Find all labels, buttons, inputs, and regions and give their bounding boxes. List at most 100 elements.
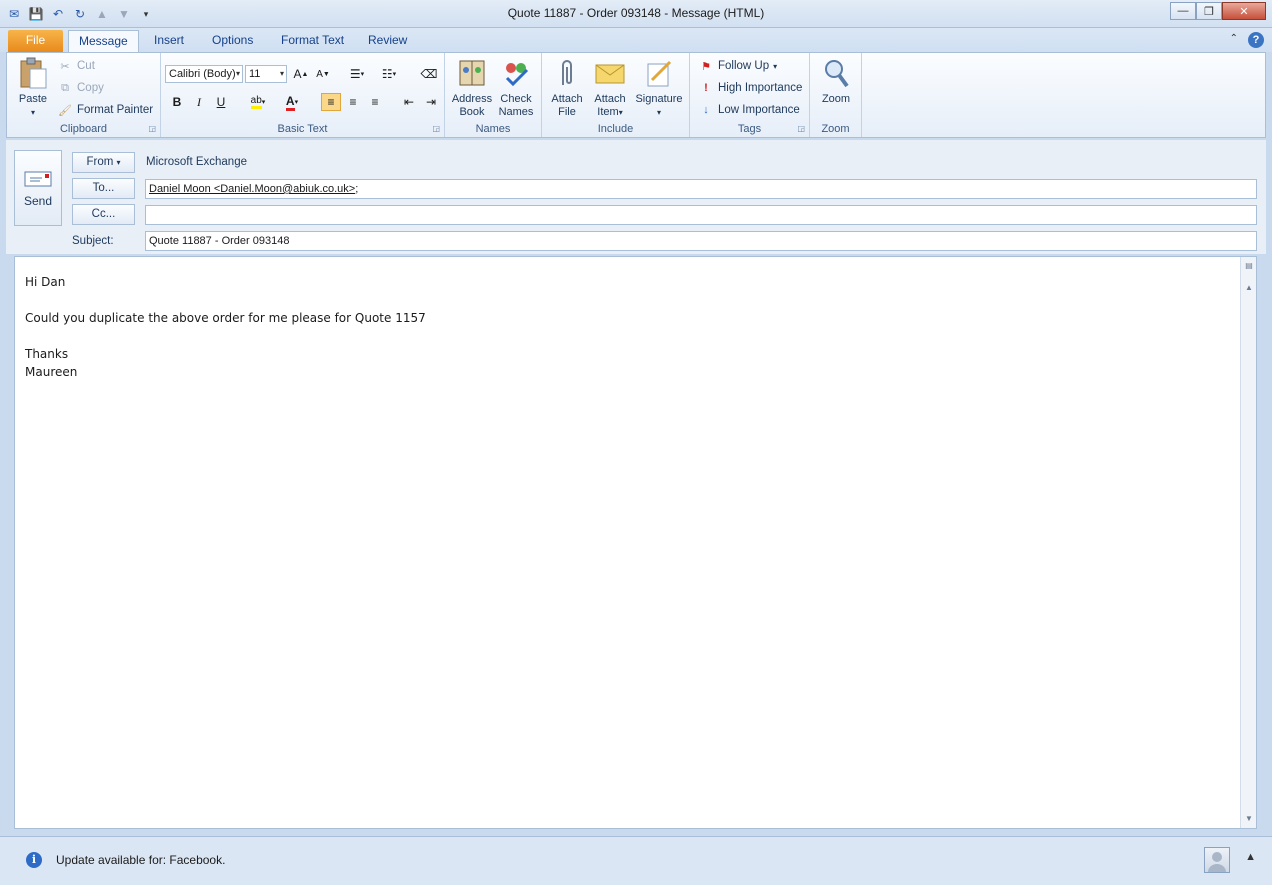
status-text[interactable]: Update available for: Facebook. — [56, 853, 225, 867]
zoom-group: Zoom Zoom — [810, 53, 862, 137]
font-size-value: 11 — [249, 68, 261, 80]
underline-button[interactable]: U — [211, 93, 231, 111]
to-field[interactable]: Daniel Moon <Daniel.Moon@abiuk.co.uk>; — [145, 179, 1257, 199]
help-icon[interactable]: ? — [1248, 32, 1264, 48]
signature-button[interactable]: Signature ▾ — [632, 57, 686, 119]
align-right-button[interactable]: ≡ — [365, 93, 385, 111]
attach-item-label-1: Attach — [594, 93, 626, 105]
envelope-icon — [594, 57, 626, 89]
low-importance-label: Low Importance — [718, 104, 800, 116]
clipboard-launcher-icon[interactable]: ◲ — [148, 124, 156, 133]
highlight-button[interactable]: ab ▾ — [245, 93, 271, 111]
basic-text-launcher-icon[interactable]: ◲ — [432, 124, 440, 133]
high-importance-button[interactable]: ! High Importance — [698, 79, 802, 97]
copy-icon: ⧉ — [61, 81, 69, 94]
bullets-button[interactable]: ☰ ▾ — [345, 65, 369, 83]
message-text[interactable]: Hi Dan Could you duplicate the above ord… — [25, 273, 426, 381]
send-button[interactable]: Send — [14, 150, 62, 226]
chevron-down-icon: ▾ — [279, 69, 284, 78]
align-center-button[interactable]: ≡ — [343, 93, 363, 111]
body-line — [25, 291, 426, 309]
tab-insert[interactable]: Insert — [144, 30, 194, 52]
low-importance-button[interactable]: ↓ Low Importance — [698, 101, 800, 119]
attach-file-label-1: Attach — [551, 93, 583, 105]
copy-label: Copy — [77, 82, 104, 94]
signature-label: Signature — [635, 93, 683, 105]
address-book-icon — [456, 57, 488, 89]
font-size-combo[interactable]: 11 ▾ — [245, 65, 287, 83]
from-button-label: From — [86, 156, 114, 168]
attach-file-label-2: File — [558, 106, 576, 118]
to-recipient[interactable]: Daniel Moon <Daniel.Moon@abiuk.co.uk> — [149, 183, 355, 195]
body-line: Thanks — [25, 347, 69, 361]
send-envelope-icon — [24, 169, 52, 190]
numbering-button[interactable]: ☷ ▾ — [377, 65, 401, 83]
cut-label: Cut — [77, 60, 95, 72]
italic-button[interactable]: I — [189, 93, 209, 111]
tags-group-label: Tags — [737, 123, 762, 135]
tags-launcher-icon[interactable]: ◲ — [797, 124, 805, 133]
follow-up-button[interactable]: ⚑ Follow Up ▾ — [698, 57, 777, 75]
ruler-toggle-icon[interactable]: ▤ — [1242, 259, 1256, 273]
scroll-down-icon[interactable]: ▼ — [1242, 812, 1256, 826]
cut-button[interactable]: ✂ Cut — [57, 57, 95, 75]
shrink-font-button[interactable]: A ▼ — [313, 65, 333, 83]
check-names-label-2: Names — [498, 106, 534, 118]
copy-button[interactable]: ⧉ Copy — [57, 79, 104, 97]
paste-icon — [17, 57, 49, 89]
cc-field[interactable] — [145, 205, 1257, 225]
font-color-button[interactable]: A ▾ — [279, 93, 305, 111]
window-title: Quote 11887 - Order 093148 - Message (HT… — [507, 6, 765, 20]
chevron-up-icon[interactable]: ▲ — [1245, 851, 1256, 863]
bold-button[interactable]: B — [167, 93, 187, 111]
close-button[interactable]: ✕ — [1222, 2, 1266, 20]
message-body[interactable]: Hi Dan Could you duplicate the above ord… — [14, 256, 1257, 829]
from-button[interactable]: From ▾ — [72, 152, 135, 173]
zoom-button[interactable]: Zoom — [816, 57, 856, 106]
maximize-button[interactable]: ❐ — [1196, 2, 1222, 20]
tab-options[interactable]: Options — [202, 30, 263, 52]
vertical-scrollbar[interactable]: ▤ ▲ ▼ — [1240, 257, 1256, 828]
paste-button[interactable]: Paste ▾ — [13, 57, 53, 119]
names-group: Address Book Check Names Names — [445, 53, 542, 137]
attach-item-button[interactable]: Attach Item▾ — [590, 57, 630, 119]
address-book-button[interactable]: Address Book — [451, 57, 493, 119]
tab-file[interactable]: File — [8, 30, 63, 52]
minimize-button[interactable]: — — [1170, 2, 1196, 20]
clipboard-group-label: Clipboard — [59, 123, 108, 135]
increase-indent-button[interactable]: ⇥ — [421, 93, 441, 111]
font-name-combo[interactable]: Calibri (Body) ▾ — [165, 65, 243, 83]
scissors-icon: ✂ — [60, 60, 70, 73]
paperclip-icon — [551, 57, 583, 89]
red-flag-icon: ⚑ — [701, 60, 711, 73]
body-line: Maureen — [25, 365, 78, 379]
info-icon: i — [26, 852, 42, 868]
to-button[interactable]: To... — [72, 178, 135, 199]
grow-font-button[interactable]: A ▲ — [291, 65, 311, 83]
attach-file-button[interactable]: Attach File — [548, 57, 586, 119]
check-names-button[interactable]: Check Names — [495, 57, 537, 119]
tab-review[interactable]: Review — [358, 30, 417, 52]
font-name-value: Calibri (Body) — [169, 68, 236, 80]
body-line: Hi Dan — [25, 275, 66, 289]
avatar[interactable] — [1204, 847, 1230, 873]
clear-formatting-button[interactable]: ⌫ — [419, 65, 439, 83]
cc-button[interactable]: Cc... — [72, 204, 135, 225]
decrease-indent-button[interactable]: ⇤ — [399, 93, 419, 111]
basic-text-group: Calibri (Body) ▾ 11 ▾ A ▲ A ▼ ☰ ▾ ☷ ▾ ⌫ B I … — [161, 53, 445, 137]
align-left-button[interactable]: ≡ — [321, 93, 341, 111]
body-line: Could you duplicate the above order for … — [25, 311, 426, 325]
scroll-up-icon[interactable]: ▲ — [1242, 281, 1256, 295]
high-importance-label: High Importance — [718, 82, 803, 94]
signature-icon — [643, 57, 675, 89]
down-arrow-icon: ↓ — [703, 104, 709, 116]
tab-format-text[interactable]: Format Text — [271, 30, 354, 52]
ribbon-tabs: File Message Insert Options Format Text … — [0, 28, 1272, 52]
minimize-ribbon-icon[interactable]: ⌃ — [1230, 33, 1238, 44]
from-value: Microsoft Exchange — [146, 156, 247, 168]
subject-field[interactable]: Quote 11887 - Order 093148 — [145, 231, 1257, 251]
format-painter-button[interactable]: 🖌 Format Painter — [57, 101, 153, 119]
message-header: Send From ▾ Microsoft Exchange To... Dan… — [6, 140, 1266, 254]
tab-message[interactable]: Message — [68, 30, 139, 52]
address-book-label-1: Address — [451, 93, 493, 105]
